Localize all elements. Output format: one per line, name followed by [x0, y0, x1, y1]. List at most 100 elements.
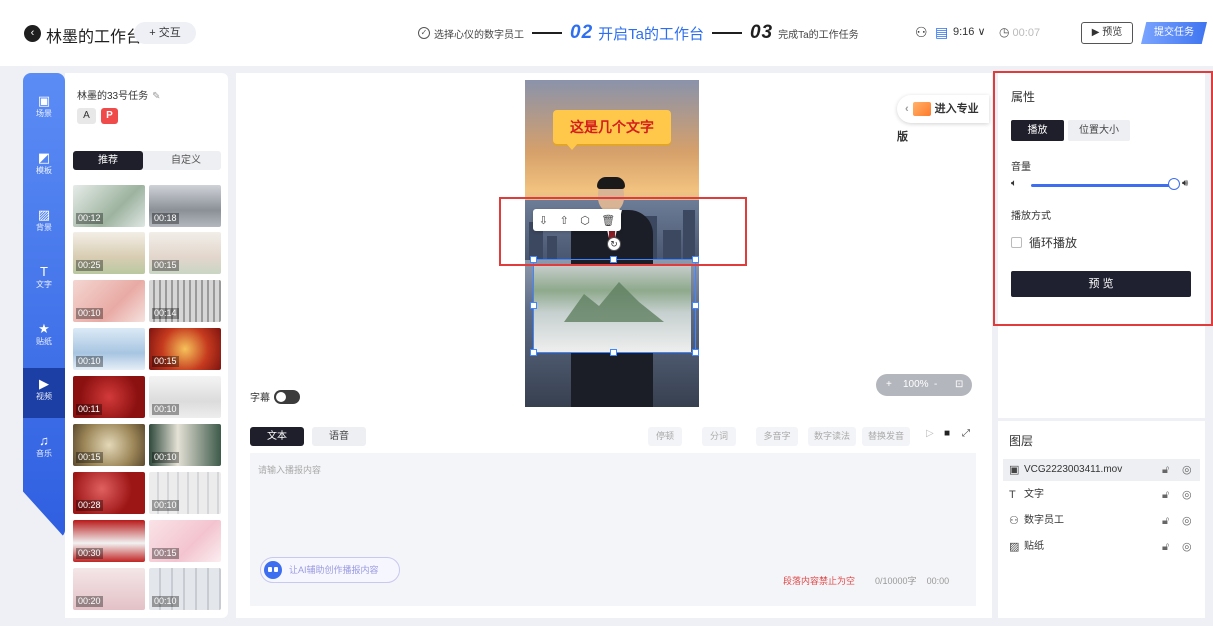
script-placeholder: 请输入播报内容 — [258, 465, 322, 475]
video-thumbnail[interactable]: 00:28 — [73, 472, 145, 514]
clock-icon: ◷ — [999, 25, 1010, 39]
video-thumbnail[interactable]: 00:14 — [149, 280, 221, 322]
duration-label: 00:15 — [152, 356, 179, 367]
number-reading-button[interactable]: 数字读法 — [808, 427, 856, 446]
preview-label: 预览 — [1102, 27, 1123, 38]
video-thumbnail[interactable]: 00:20 — [73, 568, 145, 610]
ai-assist-button[interactable]: 让AI辅助创作播报内容 — [260, 557, 400, 583]
video-thumbnail[interactable]: 00:18 — [149, 185, 221, 227]
script-input[interactable]: 请输入播报内容 让AI辅助创作播报内容 段落内容禁止为空 0/10000字 00… — [250, 453, 976, 606]
video-thumbnail[interactable]: 00:11 — [73, 376, 145, 418]
eye-icon[interactable]: ◎ — [1182, 484, 1192, 506]
resize-handle[interactable] — [610, 349, 617, 356]
rail-item-sticker[interactable]: ★ 贴纸 — [23, 321, 65, 347]
aspect-ratio-select[interactable]: 9:16 ∨ — [953, 25, 986, 38]
duration-label: 00:10 — [152, 596, 179, 607]
segment-button[interactable]: 分词 — [702, 427, 736, 446]
rail-item-scene[interactable]: ▣ 场景 — [23, 93, 65, 119]
eye-icon[interactable]: ◎ — [1182, 536, 1192, 558]
lock-icon[interactable]: 🔓︎ — [1162, 459, 1169, 481]
resize-handle[interactable] — [530, 349, 537, 356]
video-icon: ▶ — [39, 376, 49, 391]
duration-label: 00:15 — [76, 452, 103, 463]
zoom-plus-button[interactable]: + — [886, 374, 892, 396]
preview-button[interactable]: ▶ 预览 — [1081, 22, 1133, 44]
eye-icon[interactable]: ◎ — [1182, 510, 1192, 532]
text-banner[interactable]: 这是几个文字 — [553, 110, 671, 144]
zoom-minus-button[interactable]: - — [934, 374, 937, 396]
tab-recommend[interactable]: 推荐 — [73, 151, 143, 170]
layer-row-text[interactable]: T 文字 🔓︎ ◎ — [1003, 484, 1200, 506]
layer-row-sticker[interactable]: ▨ 贴纸 🔓︎ ◎ — [1003, 536, 1200, 558]
avatar-hair — [597, 177, 625, 189]
subtitle-toggle-row: 字幕 — [250, 389, 300, 404]
replace-pronunciation-button[interactable]: 替换发音 — [862, 427, 910, 446]
step1-label: 选择心仪的数字员工 — [434, 29, 524, 41]
resize-handle[interactable] — [530, 302, 537, 309]
pro-version-button[interactable]: ‹ 进入专业版 — [897, 95, 989, 143]
script-editor: 文本 语音 停顿 分词 多音字 数字读法 替换发音 ▷ ■ ⤢ 请输入播报内容 … — [236, 417, 992, 618]
video-thumbnail[interactable]: 00:15 — [73, 424, 145, 466]
rail-item-text[interactable]: T 文字 — [23, 264, 65, 290]
workspace-title: 林墨的工作台 — [46, 29, 143, 46]
lock-icon[interactable]: 🔓︎ — [1162, 510, 1169, 532]
video-thumbnail[interactable]: 00:10 — [73, 328, 145, 370]
step-divider — [711, 32, 742, 34]
subtitle-toggle[interactable] — [274, 389, 300, 404]
duration-label: 00:10 — [152, 452, 179, 463]
play-icon[interactable]: ▷ — [926, 428, 934, 439]
tag-a[interactable]: A — [77, 108, 96, 124]
video-thumbnail[interactable]: 00:10 — [149, 424, 221, 466]
tag-p[interactable]: P — [101, 108, 118, 124]
step3-label: 完成Ta的工作任务 — [778, 29, 859, 41]
layer-row-video[interactable]: ▣ VCG2223003411.mov 🔓︎ ◎ — [1003, 459, 1200, 481]
rail-item-background[interactable]: ▨ 背景 — [23, 207, 65, 233]
tab-voice[interactable]: 语音 — [312, 427, 366, 446]
duration-label: 00:10 — [76, 356, 103, 367]
chevron-left-icon[interactable]: ‹ — [24, 25, 41, 42]
submit-button[interactable]: 提交任务 — [1141, 22, 1207, 44]
template-icon: ◩ — [37, 150, 51, 165]
video-thumbnail[interactable]: 00:25 — [73, 232, 145, 274]
expand-icon[interactable]: ⤢ — [962, 428, 970, 439]
play-icon: ▶ — [1091, 27, 1100, 38]
rail-item-music[interactable]: ♫ 音乐 — [23, 433, 65, 459]
interact-button[interactable]: + 交互 — [134, 22, 196, 44]
layers-title: 图层 — [1009, 434, 1034, 448]
layer-row-employee[interactable]: ⚇ 数字员工 🔓︎ ◎ — [1003, 510, 1200, 532]
rail-item-video[interactable]: ▶ 视频 — [23, 368, 65, 418]
banner-text: 这是几个文字 — [570, 119, 654, 135]
video-thumbnail[interactable]: 00:15 — [149, 520, 221, 562]
duration-label: 00:10 — [152, 404, 179, 415]
fit-screen-icon[interactable]: ⊡ — [955, 374, 963, 396]
pencil-icon[interactable]: ✎ — [152, 91, 160, 102]
video-thumbnail[interactable]: 00:10 — [149, 472, 221, 514]
lock-icon[interactable]: 🔓︎ — [1162, 536, 1169, 558]
layer-name: 贴纸 — [1024, 541, 1044, 552]
polyphone-button[interactable]: 多音字 — [756, 427, 798, 446]
duration-label: 00:10 — [76, 308, 103, 319]
video-thumbnail[interactable]: 00:30 — [73, 520, 145, 562]
resize-handle[interactable] — [692, 349, 699, 356]
person-settings-icon[interactable]: ⚇ — [915, 24, 928, 41]
tab-custom[interactable]: 自定义 — [151, 151, 221, 170]
zoom-control: + 100% - ⊡ — [876, 374, 972, 396]
duration-label: 00:18 — [152, 213, 179, 224]
selection-box[interactable] — [533, 259, 696, 353]
video-thumbnail[interactable]: 00:10 — [149, 568, 221, 610]
tab-text[interactable]: 文本 — [250, 427, 304, 446]
document-icon[interactable]: ▤ — [935, 24, 948, 41]
video-thumbnail[interactable]: 00:10 — [149, 376, 221, 418]
resize-handle[interactable] — [692, 302, 699, 309]
video-thumbnail[interactable]: 00:15 — [149, 232, 221, 274]
pause-button[interactable]: 停顿 — [648, 427, 682, 446]
lock-icon[interactable]: 🔓︎ — [1162, 484, 1169, 506]
stop-icon[interactable]: ■ — [944, 428, 950, 439]
video-thumbnail[interactable]: 00:10 — [73, 280, 145, 322]
empty-warning: 段落内容禁止为空 — [783, 576, 856, 586]
text-icon: T — [1009, 489, 1016, 501]
eye-icon[interactable]: ◎ — [1182, 459, 1192, 481]
video-thumbnail[interactable]: 00:15 — [149, 328, 221, 370]
rail-item-template[interactable]: ◩ 模板 — [23, 150, 65, 176]
video-thumbnail[interactable]: 00:12 — [73, 185, 145, 227]
